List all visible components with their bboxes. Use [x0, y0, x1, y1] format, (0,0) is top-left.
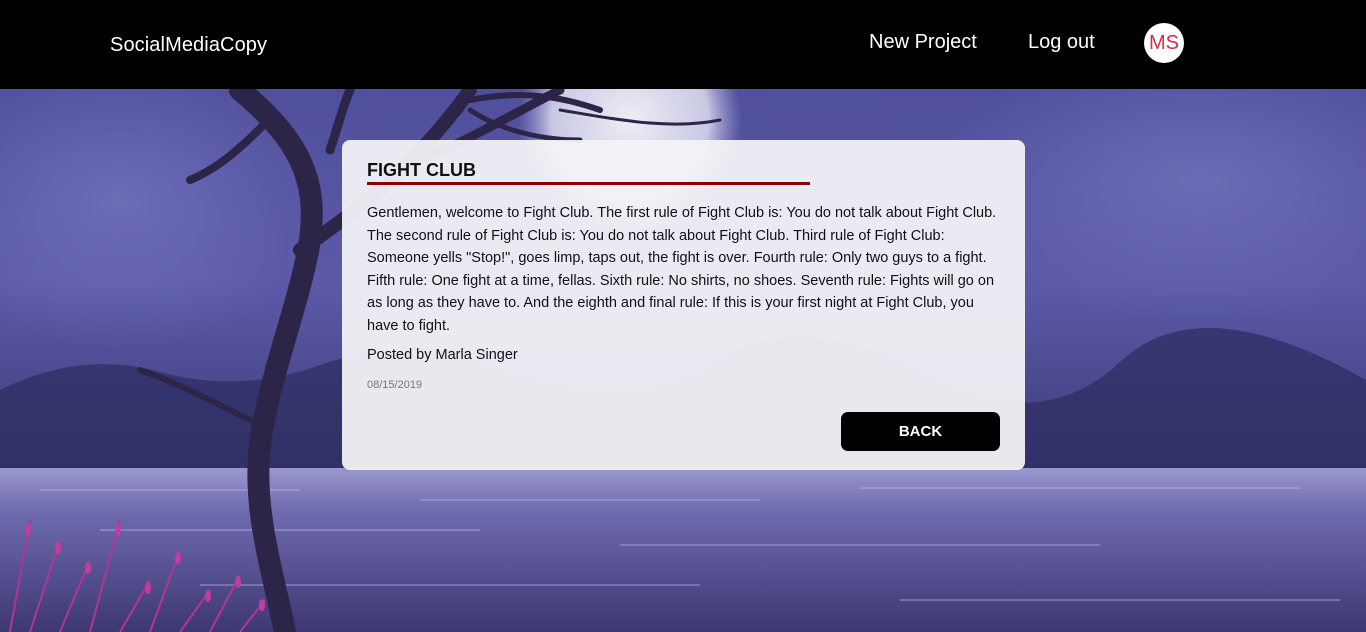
back-button[interactable]: BACK [841, 412, 1000, 451]
log-out-link[interactable]: Log out [1028, 31, 1095, 54]
post-card: FIGHT CLUB Gentlemen, welcome to Fight C… [342, 140, 1025, 470]
post-date: 08/15/2019 [367, 379, 423, 391]
post-author: Posted by Marla Singer [367, 347, 518, 363]
title-underline [367, 182, 810, 185]
top-navbar: SocialMediaCopy New Project Log out MS [0, 0, 1366, 89]
new-project-link[interactable]: New Project [869, 31, 977, 54]
page: SocialMediaCopy New Project Log out MS F… [0, 0, 1366, 632]
post-title: FIGHT CLUB [367, 160, 476, 180]
post-body: Gentlemen, welcome to Fight Club. The fi… [367, 205, 997, 334]
user-avatar[interactable]: MS [1144, 23, 1184, 63]
brand-link[interactable]: SocialMediaCopy [110, 34, 267, 57]
